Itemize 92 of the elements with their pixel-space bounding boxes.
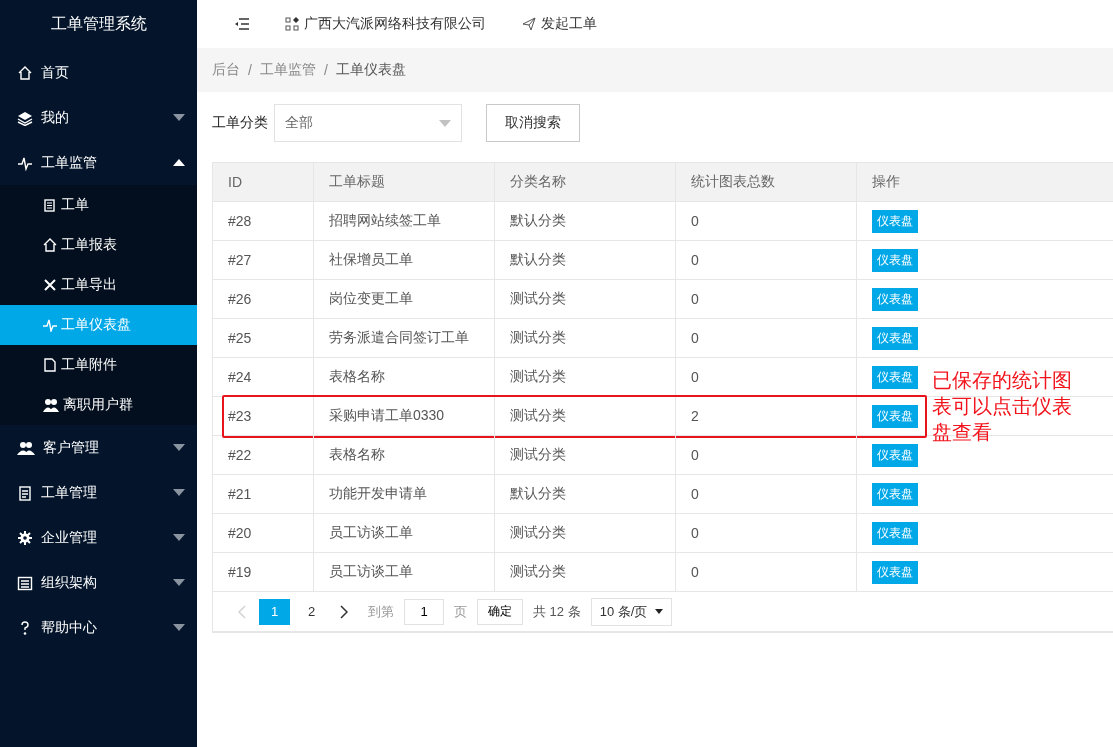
sidebar-subitem[interactable]: 离职用户群 bbox=[0, 385, 197, 425]
users-icon bbox=[17, 439, 35, 456]
table-cell: #22 bbox=[213, 436, 314, 474]
sidebar-item[interactable]: 客户管理 bbox=[0, 425, 197, 470]
table-cell: 0 bbox=[676, 436, 857, 474]
column-header: 操作 bbox=[857, 163, 1113, 201]
table-cell: #19 bbox=[213, 553, 314, 591]
apps-icon bbox=[285, 17, 299, 31]
table-cell: 测试分类 bbox=[495, 436, 676, 474]
table-cell: #26 bbox=[213, 280, 314, 318]
table-cell: 测试分类 bbox=[495, 397, 676, 435]
cancel-search-button[interactable]: 取消搜索 bbox=[486, 104, 580, 142]
table-cell: 表格名称 bbox=[314, 358, 495, 396]
breadcrumb-separator: / bbox=[248, 62, 252, 78]
page-unit-label: 页 bbox=[454, 602, 467, 621]
table-cell: #24 bbox=[213, 358, 314, 396]
sidebar-item[interactable]: 工单监管 bbox=[0, 140, 197, 185]
filter-label: 工单分类 bbox=[212, 114, 268, 132]
chevron-right-icon[interactable] bbox=[340, 604, 348, 619]
goto-label: 到第 bbox=[368, 602, 394, 621]
sidebar-subitem[interactable]: 工单 bbox=[0, 185, 197, 225]
page-input[interactable]: 1 bbox=[404, 598, 444, 625]
tools-icon bbox=[43, 278, 57, 292]
column-header: ID bbox=[213, 163, 314, 201]
dropdown-icon bbox=[655, 609, 664, 614]
table-cell: 社保增员工单 bbox=[314, 241, 495, 279]
table-cell: 0 bbox=[676, 358, 857, 396]
breadcrumb-separator: / bbox=[323, 62, 328, 78]
table-cell: 岗位变更工单 bbox=[314, 280, 495, 318]
gear-icon bbox=[17, 529, 33, 546]
breadcrumb-link[interactable]: 工单仪表盘 bbox=[335, 61, 406, 79]
table-cell: 0 bbox=[676, 241, 857, 279]
table-cell: 员工访谈工单 bbox=[314, 553, 495, 591]
sidebar-item[interactable]: 我的 bbox=[0, 95, 197, 140]
table-cell: 测试分类 bbox=[495, 514, 676, 552]
sidebar-item[interactable]: 企业管理 bbox=[0, 515, 197, 560]
table-cell: 劳务派遣合同签订工单 bbox=[314, 319, 495, 357]
table-cell: 默认分类 bbox=[495, 202, 676, 240]
company-link[interactable]: 广西大汽派网络科技有限公司 bbox=[285, 15, 486, 33]
table-cell: 表格名称 bbox=[314, 436, 495, 474]
column-header: 分类名称 bbox=[495, 163, 676, 201]
page-button[interactable]: 2 bbox=[296, 598, 327, 625]
sidebar-item[interactable]: 组织架构 bbox=[0, 560, 197, 605]
users-icon bbox=[43, 398, 59, 412]
sidebar-item[interactable]: 首页 bbox=[0, 50, 197, 95]
table-cell: 0 bbox=[676, 280, 857, 318]
annotation-text: 已保存的统计图表可以点击仪表盘查看 bbox=[932, 368, 1073, 445]
file-icon bbox=[43, 358, 57, 372]
pulse-icon bbox=[43, 318, 57, 332]
table-cell: #27 bbox=[213, 241, 314, 279]
table-cell: #23 bbox=[213, 397, 314, 435]
column-header: 工单标题 bbox=[314, 163, 495, 201]
table-cell: 默认分类 bbox=[495, 475, 676, 513]
clipboard-icon bbox=[17, 484, 33, 501]
new-ticket-link[interactable]: 发起工单 bbox=[522, 15, 597, 33]
table-cell: 0 bbox=[676, 319, 857, 357]
table-cell: 默认分类 bbox=[495, 241, 676, 279]
dropdown-icon bbox=[439, 119, 451, 127]
category-select[interactable]: 全部 bbox=[274, 104, 462, 142]
home-icon bbox=[17, 64, 33, 81]
send-icon bbox=[522, 17, 536, 31]
sidebar-item[interactable]: 帮助中心 bbox=[0, 605, 197, 650]
table-cell: #20 bbox=[213, 514, 314, 552]
table-cell: #28 bbox=[213, 202, 314, 240]
table-cell: 0 bbox=[676, 553, 857, 591]
confirm-button[interactable]: 确定 bbox=[477, 598, 523, 625]
sidebar-subitem[interactable]: 工单导出 bbox=[0, 265, 197, 305]
sidebar-item[interactable]: 工单管理 bbox=[0, 470, 197, 515]
app-title: 工单管理系统 bbox=[49, 13, 148, 34]
layers-icon bbox=[17, 109, 33, 126]
menu-icon bbox=[235, 18, 249, 30]
table-cell: 0 bbox=[676, 475, 857, 513]
table-cell: 员工访谈工单 bbox=[314, 514, 495, 552]
sidebar-subitem[interactable]: 工单附件 bbox=[0, 345, 197, 385]
document-icon bbox=[43, 198, 57, 212]
column-header: 统计图表总数 bbox=[676, 163, 857, 201]
table-cell: 测试分类 bbox=[495, 358, 676, 396]
table-cell: 测试分类 bbox=[495, 280, 676, 318]
home-icon bbox=[43, 238, 57, 252]
table-cell: 采购申请工单0330 bbox=[314, 397, 495, 435]
sidebar-subitem[interactable]: 工单报表 bbox=[0, 225, 197, 265]
table-cell: #25 bbox=[213, 319, 314, 357]
table-cell: #21 bbox=[213, 475, 314, 513]
table-cell: 功能开发申请单 bbox=[314, 475, 495, 513]
total-count: 共 12 条 bbox=[533, 602, 581, 621]
table-cell: 测试分类 bbox=[495, 319, 676, 357]
table-cell: 0 bbox=[676, 202, 857, 240]
table-cell: 测试分类 bbox=[495, 553, 676, 591]
page-size-select[interactable]: 10 条/页 bbox=[590, 597, 673, 626]
table-cell: 0 bbox=[676, 514, 857, 552]
table-cell: 招聘网站续签工单 bbox=[314, 202, 495, 240]
table-cell: 2 bbox=[676, 397, 857, 435]
